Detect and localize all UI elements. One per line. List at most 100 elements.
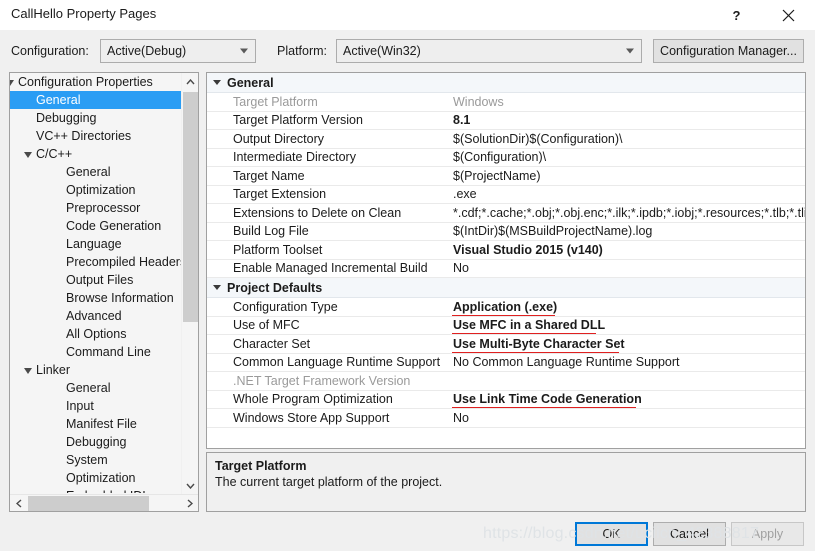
sidebar-item-configuration-properties[interactable]: Configuration Properties <box>10 73 182 91</box>
property-value[interactable]: Use Link Time Code Generation <box>449 391 805 408</box>
property-row[interactable]: Extensions to Delete on Clean *.cdf;*.cac… <box>207 204 805 223</box>
sidebar-item-advanced[interactable]: Advanced <box>10 307 182 325</box>
sidebar-item-precompiled-headers[interactable]: Precompiled Headers <box>10 253 182 271</box>
help-icon[interactable]: ? <box>714 0 759 30</box>
apply-button[interactable]: Apply <box>731 522 804 546</box>
property-row[interactable]: Target Platform Version 8.1 <box>207 112 805 130</box>
sidebar-item-debugging[interactable]: Debugging <box>10 433 182 451</box>
sidebar-item-code-generation[interactable]: Code Generation <box>10 217 182 235</box>
property-value[interactable]: No <box>449 260 805 278</box>
expander-arrow-icon[interactable] <box>24 152 32 158</box>
grid-category-label: General <box>227 75 274 90</box>
grid-category-header[interactable]: General <box>207 73 805 93</box>
chevron-right-icon[interactable] <box>181 495 198 511</box>
ok-label: OK <box>602 527 621 541</box>
sidebar-item-general[interactable]: General <box>10 163 182 181</box>
property-row[interactable]: Platform Toolset Visual Studio 2015 (v140… <box>207 241 805 260</box>
property-row[interactable]: Whole Program Optimization Use Link Time … <box>207 391 805 409</box>
property-row[interactable]: Windows Store App Support No <box>207 409 805 428</box>
sidebar-item-input[interactable]: Input <box>10 397 182 415</box>
property-value[interactable]: $(Configuration)\ <box>449 149 805 167</box>
property-value[interactable]: $(IntDir)$(MSBuildProjectName).log <box>449 223 805 241</box>
property-value[interactable]: .exe <box>449 186 805 204</box>
property-row[interactable]: Enable Managed Incremental Build No <box>207 260 805 278</box>
property-row[interactable]: Intermediate Directory $(Configuration)\ <box>207 149 805 167</box>
property-row[interactable]: Configuration Type Application (.exe) <box>207 298 805 317</box>
sidebar-item-label: Configuration Properties <box>18 75 153 89</box>
sidebar-item-label: C/C++ <box>36 147 73 161</box>
property-value[interactable]: Visual Studio 2015 (v140) <box>449 241 805 259</box>
property-value[interactable]: Use MFC in a Shared DLL <box>449 317 805 334</box>
property-value[interactable] <box>449 372 805 390</box>
property-name: Target Platform Version <box>233 113 363 128</box>
chevron-up-icon[interactable] <box>182 73 198 90</box>
platform-dropdown[interactable]: Active(Win32) <box>336 39 642 63</box>
configuration-dropdown[interactable]: Active(Debug) <box>100 39 256 63</box>
grid-category-header[interactable]: Project Defaults <box>207 278 805 298</box>
sidebar-item-language[interactable]: Language <box>10 235 182 253</box>
sidebar-item-system[interactable]: System <box>10 451 182 469</box>
property-value[interactable]: No <box>449 409 805 427</box>
property-row[interactable]: Build Log File $(IntDir)$(MSBuildProjectN… <box>207 223 805 241</box>
sidebar-item-label: Browse Information <box>66 291 174 305</box>
sidebar-item-optimization[interactable]: Optimization <box>10 181 182 199</box>
chevron-down-icon[interactable] <box>207 73 227 92</box>
expander-arrow-icon[interactable] <box>24 368 32 374</box>
sidebar-item-general[interactable]: General <box>10 91 182 109</box>
platform-label: Platform: <box>277 44 328 58</box>
annotation-underline <box>452 314 555 316</box>
sidebar-item-output-files[interactable]: Output Files <box>10 271 182 289</box>
sidebar-item-vc-directories[interactable]: VC++ Directories <box>10 127 182 145</box>
tree-vertical-scrollbar[interactable] <box>181 73 198 494</box>
property-name: Use of MFC <box>233 318 300 333</box>
sidebar-item-linker[interactable]: Linker <box>10 361 182 379</box>
platform-value: Active(Win32) <box>343 44 421 58</box>
property-name: Target Platform <box>233 94 318 109</box>
sidebar-item-optimization[interactable]: Optimization <box>10 469 182 487</box>
property-row[interactable]: Use of MFC Use MFC in a Shared DLL <box>207 317 805 335</box>
property-row[interactable]: Common Language Runtime Support No Common… <box>207 354 805 372</box>
chevron-left-icon[interactable] <box>10 495 27 511</box>
property-row[interactable]: .NET Target Framework Version <box>207 372 805 391</box>
sidebar-item-preprocessor[interactable]: Preprocessor <box>10 199 182 217</box>
close-icon[interactable] <box>766 0 811 30</box>
tree-horizontal-scrollbar[interactable] <box>10 494 198 511</box>
property-name: Output Directory <box>233 131 325 146</box>
property-value-text: $(Configuration)\ <box>453 150 547 165</box>
sidebar-item-c-c[interactable]: C/C++ <box>10 145 182 163</box>
sidebar-item-label: Optimization <box>66 183 136 197</box>
expander-arrow-icon[interactable] <box>10 80 14 86</box>
annotation-underline <box>452 407 636 408</box>
tree-horizontal-scroll-thumb[interactable] <box>28 496 149 511</box>
property-row[interactable]: Output Directory $(SolutionDir)$(Configur… <box>207 130 805 149</box>
tree-vertical-scroll-thumb[interactable] <box>183 92 198 322</box>
sidebar-item-manifest-file[interactable]: Manifest File <box>10 415 182 433</box>
property-value[interactable]: $(ProjectName) <box>449 167 805 185</box>
property-value[interactable]: $(SolutionDir)$(Configuration)\ <box>449 130 805 148</box>
sidebar-item-all-options[interactable]: All Options <box>10 325 182 343</box>
sidebar-item-label: Optimization <box>66 471 136 485</box>
cancel-button[interactable]: Cancel <box>653 522 726 546</box>
sidebar-item-debugging[interactable]: Debugging <box>10 109 182 127</box>
property-row[interactable]: Target Extension .exe <box>207 186 805 204</box>
property-value[interactable]: Use Multi-Byte Character Set <box>449 335 805 353</box>
chevron-down-icon[interactable] <box>207 278 227 297</box>
property-value[interactable]: Windows <box>449 93 805 111</box>
properties-tree[interactable]: Configuration Properties General Debugging… <box>10 73 182 493</box>
property-row[interactable]: Target Name $(ProjectName) <box>207 167 805 186</box>
ok-button[interactable]: OK <box>575 522 648 546</box>
property-grid[interactable]: General Target Platform Windows Target Plat… <box>206 72 806 449</box>
property-name: Character Set <box>233 336 311 351</box>
sidebar-item-embedded-idl[interactable]: Embedded IDL <box>10 487 182 493</box>
sidebar-item-command-line[interactable]: Command Line <box>10 343 182 361</box>
property-value[interactable]: Application (.exe) <box>449 298 805 316</box>
sidebar-item-general[interactable]: General <box>10 379 182 397</box>
property-value[interactable]: 8.1 <box>449 112 805 130</box>
property-row[interactable]: Character Set Use Multi-Byte Character Se… <box>207 335 805 354</box>
property-value[interactable]: *.cdf;*.cache;*.obj;*.obj.enc;*.ilk;*.ip… <box>449 204 805 222</box>
sidebar-item-browse-information[interactable]: Browse Information <box>10 289 182 307</box>
configuration-manager-button[interactable]: Configuration Manager... <box>653 39 804 63</box>
chevron-down-icon[interactable] <box>182 477 198 494</box>
property-row[interactable]: Target Platform Windows <box>207 93 805 112</box>
property-value[interactable]: No Common Language Runtime Support <box>449 354 805 372</box>
